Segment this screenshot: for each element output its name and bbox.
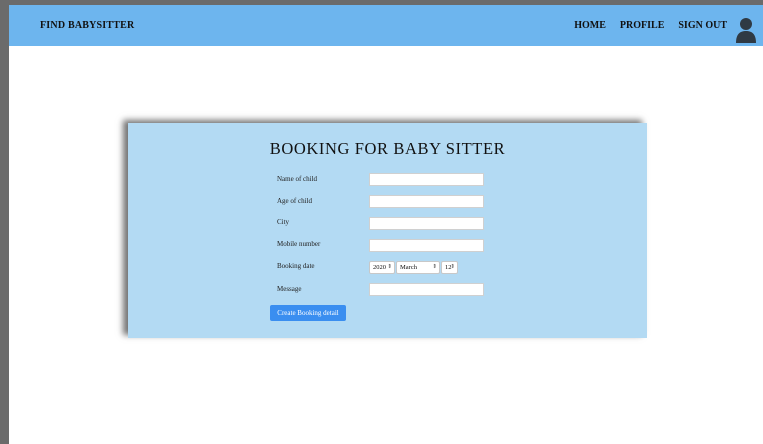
message-label: Message	[277, 285, 302, 293]
month-select-arrows-icon: ⇕	[432, 264, 437, 270]
booking-year-value: 2020	[373, 264, 386, 271]
age-of-child-label: Age of child	[277, 197, 312, 205]
day-select-arrows-icon: ⇕	[450, 264, 455, 270]
mobile-number-label: Mobile number	[277, 240, 321, 248]
booking-day-select[interactable]: 12 ⇕	[441, 261, 458, 274]
name-of-child-input[interactable]	[369, 173, 484, 186]
mobile-number-input[interactable]	[369, 239, 484, 252]
year-select-arrows-icon: ⇕	[387, 264, 392, 270]
nav-profile-link[interactable]: PROFILE	[620, 20, 664, 31]
nav-home-link[interactable]: HOME	[574, 20, 606, 31]
booking-month-value: March	[400, 264, 417, 271]
name-of-child-label: Name of child	[277, 175, 318, 183]
city-input[interactable]	[369, 217, 484, 230]
city-label: City	[277, 218, 290, 226]
create-booking-button[interactable]: Create Booking detail	[270, 305, 346, 321]
booking-date-label: Booking date	[277, 262, 315, 270]
nav-links: HOME PROFILE SIGN OUT	[574, 20, 727, 31]
message-input[interactable]	[369, 283, 484, 296]
booking-form-card: BOOKING FOR BABY SITTER Name of child Ag…	[128, 123, 647, 338]
brand-link[interactable]: FIND BABYSITTER	[40, 20, 134, 31]
booking-year-select[interactable]: 2020 ⇕	[369, 261, 395, 274]
browser-page: FIND BABYSITTER HOME PROFILE SIGN OUT BO…	[9, 5, 763, 444]
booking-month-select[interactable]: March ⇕	[396, 261, 440, 274]
form-title: BOOKING FOR BABY SITTER	[269, 139, 506, 158]
nav-sign-out-link[interactable]: SIGN OUT	[678, 20, 727, 31]
age-of-child-input[interactable]	[369, 195, 484, 208]
navbar: FIND BABYSITTER HOME PROFILE SIGN OUT	[9, 5, 763, 46]
user-silhouette-icon[interactable]	[735, 17, 757, 43]
